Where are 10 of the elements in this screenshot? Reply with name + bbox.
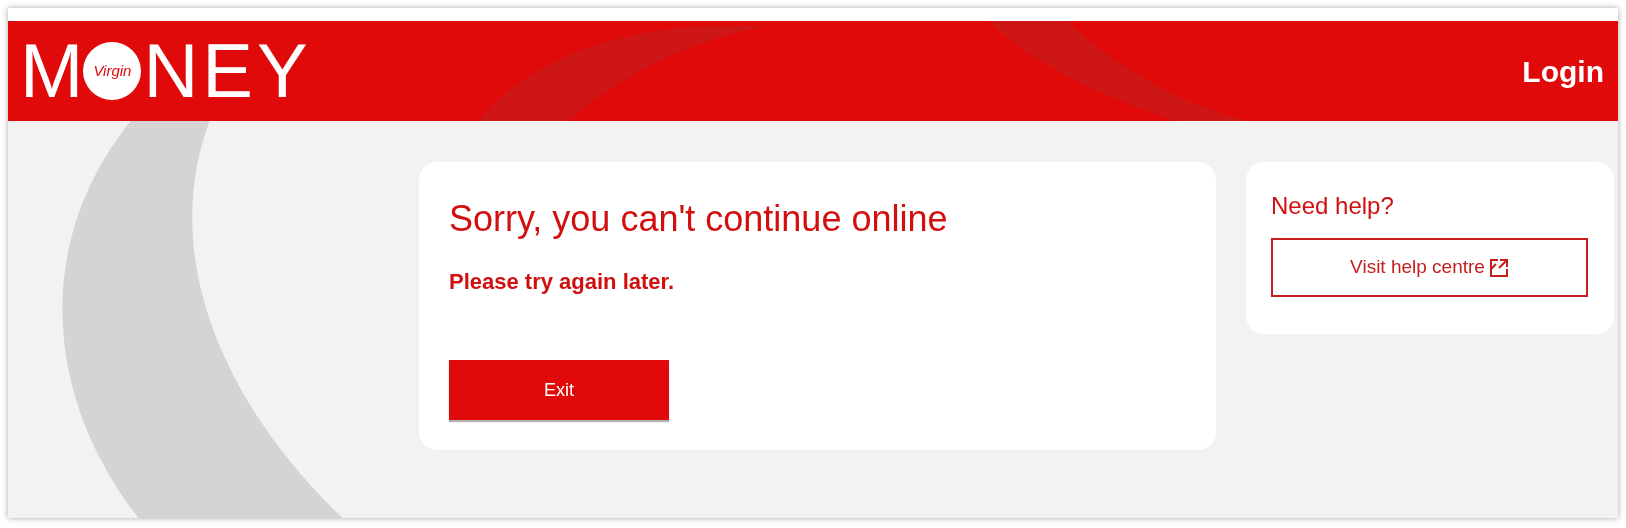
logo-text: NEY: [143, 33, 312, 109]
exit-button[interactable]: Exit: [449, 360, 669, 420]
logo-text: M: [20, 33, 82, 109]
login-link[interactable]: Login: [1522, 48, 1606, 94]
message-text: Please try again later.: [449, 268, 676, 296]
help-title: Need help?: [1271, 191, 1395, 221]
help-centre-button[interactable]: Visit help centre: [1271, 238, 1588, 297]
logo-badge: Virgin: [83, 42, 142, 100]
external-link-icon: [1488, 257, 1509, 278]
page-title: Sorry, you can't continue online: [449, 197, 949, 241]
